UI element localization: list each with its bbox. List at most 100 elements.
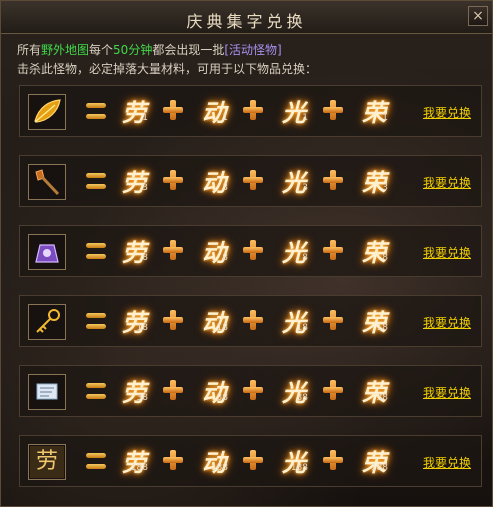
window-title: 庆典集字兑换 xyxy=(186,12,307,31)
count-rong: 18 xyxy=(376,323,388,333)
exchange-button[interactable]: 我要兑换 xyxy=(423,454,471,471)
count-lao: 3 xyxy=(142,183,148,193)
item-slot[interactable] xyxy=(28,304,66,340)
glyph-lao: 劳 xyxy=(122,448,146,477)
exchange-row-3: 劳8 动8 光8 荣8 我要兑换 xyxy=(19,225,482,277)
glyph-lao: 劳 xyxy=(122,238,146,267)
purple-pouch-icon xyxy=(35,244,59,263)
title-bar[interactable]: 庆典集字兑换 × xyxy=(1,1,492,34)
glyph-dong: 动 xyxy=(202,238,226,267)
glyph-dong: 动 xyxy=(202,98,226,127)
equals-icon xyxy=(86,243,106,260)
intro-text: 所有野外地图每个50分钟都会出现一批[活动怪物] 击杀此怪物，必定掉落大量材料，… xyxy=(17,41,317,79)
count-dong: 38 xyxy=(216,393,228,403)
glyph-lao: 劳 xyxy=(122,168,146,197)
equals-icon xyxy=(86,103,106,120)
count-guang: 18 xyxy=(296,323,308,333)
glyph-guang: 光 xyxy=(282,378,306,407)
plus-icon xyxy=(162,309,184,331)
plus-icon xyxy=(322,379,344,401)
plus-icon xyxy=(322,169,344,191)
plus-icon xyxy=(242,309,264,331)
glyph-guang: 光 xyxy=(282,168,306,197)
count-lao: 18 xyxy=(136,323,148,333)
glyph-guang: 光 xyxy=(282,448,306,477)
glyph-guang: 光 xyxy=(282,238,306,267)
count-dong: 1 xyxy=(222,113,228,123)
count-dong: 188 xyxy=(210,463,228,473)
plus-icon xyxy=(162,239,184,261)
count-rong: 1 xyxy=(382,113,388,123)
map-highlight: 野外地图 xyxy=(41,43,90,57)
shovel-icon xyxy=(35,169,60,196)
glyph-lao: 劳 xyxy=(122,308,146,337)
count-guang: 1 xyxy=(302,113,308,123)
count-rong: 38 xyxy=(376,393,388,403)
glyph-dong: 动 xyxy=(202,378,226,407)
glyph-dong: 动 xyxy=(202,308,226,337)
count-lao: 38 xyxy=(136,393,148,403)
plus-icon xyxy=(322,309,344,331)
exchange-button[interactable]: 我要兑换 xyxy=(423,384,471,401)
count-dong: 18 xyxy=(216,323,228,333)
plus-icon xyxy=(162,449,184,471)
count-rong: 3 xyxy=(382,183,388,193)
plus-icon xyxy=(322,449,344,471)
item-slot[interactable]: 劳 xyxy=(28,444,66,480)
count-guang: 3 xyxy=(302,183,308,193)
count-lao: 188 xyxy=(130,463,148,473)
count-guang: 188 xyxy=(290,463,308,473)
golden-key-icon xyxy=(36,309,60,333)
golden-leaf-icon xyxy=(34,99,61,123)
glyph-dong: 动 xyxy=(202,168,226,197)
glyph-rong: 荣 xyxy=(362,378,386,407)
count-lao: 1 xyxy=(142,113,148,123)
equals-icon xyxy=(86,173,106,190)
glyph-guang: 光 xyxy=(282,98,306,127)
plus-icon xyxy=(242,239,264,261)
glyph-rong: 荣 xyxy=(362,308,386,337)
intro-text-segment: 所有 xyxy=(17,43,42,57)
plus-icon xyxy=(242,99,264,121)
glyph-guang: 光 xyxy=(282,308,306,337)
plus-icon xyxy=(162,99,184,121)
intro-line-2: 击杀此怪物，必定掉落大量材料，可用于以下物品兑换： xyxy=(17,62,318,76)
plus-icon xyxy=(242,449,264,471)
equals-icon xyxy=(86,383,106,400)
count-dong: 8 xyxy=(222,253,228,263)
glyph-dong: 动 xyxy=(202,448,226,477)
glyph-lao: 劳 xyxy=(122,98,146,127)
exchange-button[interactable]: 我要兑换 xyxy=(423,174,471,191)
exchange-row-5: 劳 38 动 38 光 38 荣 38 我要兑换 xyxy=(19,365,482,417)
glyph-lao: 劳 xyxy=(122,378,146,407)
lao-character-icon: 劳 xyxy=(30,446,64,478)
glyph-rong: 荣 xyxy=(362,168,386,197)
time-highlight: 50分钟 xyxy=(113,43,153,57)
count-rong: 8 xyxy=(382,253,388,263)
plus-icon xyxy=(322,239,344,261)
glyph-rong: 荣 xyxy=(362,98,386,127)
item-slot[interactable] xyxy=(28,374,66,410)
glyph-rong: 荣 xyxy=(362,448,386,477)
exchange-row-1: 劳1 动1 光1 荣1 我要兑换 xyxy=(19,85,482,137)
item-slot[interactable] xyxy=(28,94,66,130)
plus-icon xyxy=(162,169,184,191)
equals-icon xyxy=(86,313,106,330)
intro-text-segment: 每个 xyxy=(89,43,114,57)
exchange-row-6: 劳 劳 188 动 188 光 188 荣 188 我要兑换 xyxy=(19,435,482,487)
close-button[interactable]: × xyxy=(468,6,488,26)
scroll-icon xyxy=(36,383,58,400)
exchange-button[interactable]: 我要兑换 xyxy=(423,104,471,121)
monster-link[interactable]: [活动怪物] xyxy=(224,43,281,57)
plus-icon xyxy=(162,379,184,401)
item-slot[interactable] xyxy=(28,164,66,200)
count-lao: 8 xyxy=(142,253,148,263)
equals-icon xyxy=(86,453,106,470)
intro-line-1: 所有野外地图每个50分钟都会出现一批[活动怪物] xyxy=(17,41,317,60)
exchange-window: 庆典集字兑换 × 所有野外地图每个50分钟都会出现一批[活动怪物] 击杀此怪物，… xyxy=(0,0,493,507)
item-slot[interactable] xyxy=(28,234,66,270)
exchange-button[interactable]: 我要兑换 xyxy=(423,314,471,331)
plus-icon xyxy=(322,99,344,121)
exchange-row-4: 劳 18 动 18 光 18 荣 18 我要兑换 xyxy=(19,295,482,347)
exchange-button[interactable]: 我要兑换 xyxy=(423,244,471,261)
